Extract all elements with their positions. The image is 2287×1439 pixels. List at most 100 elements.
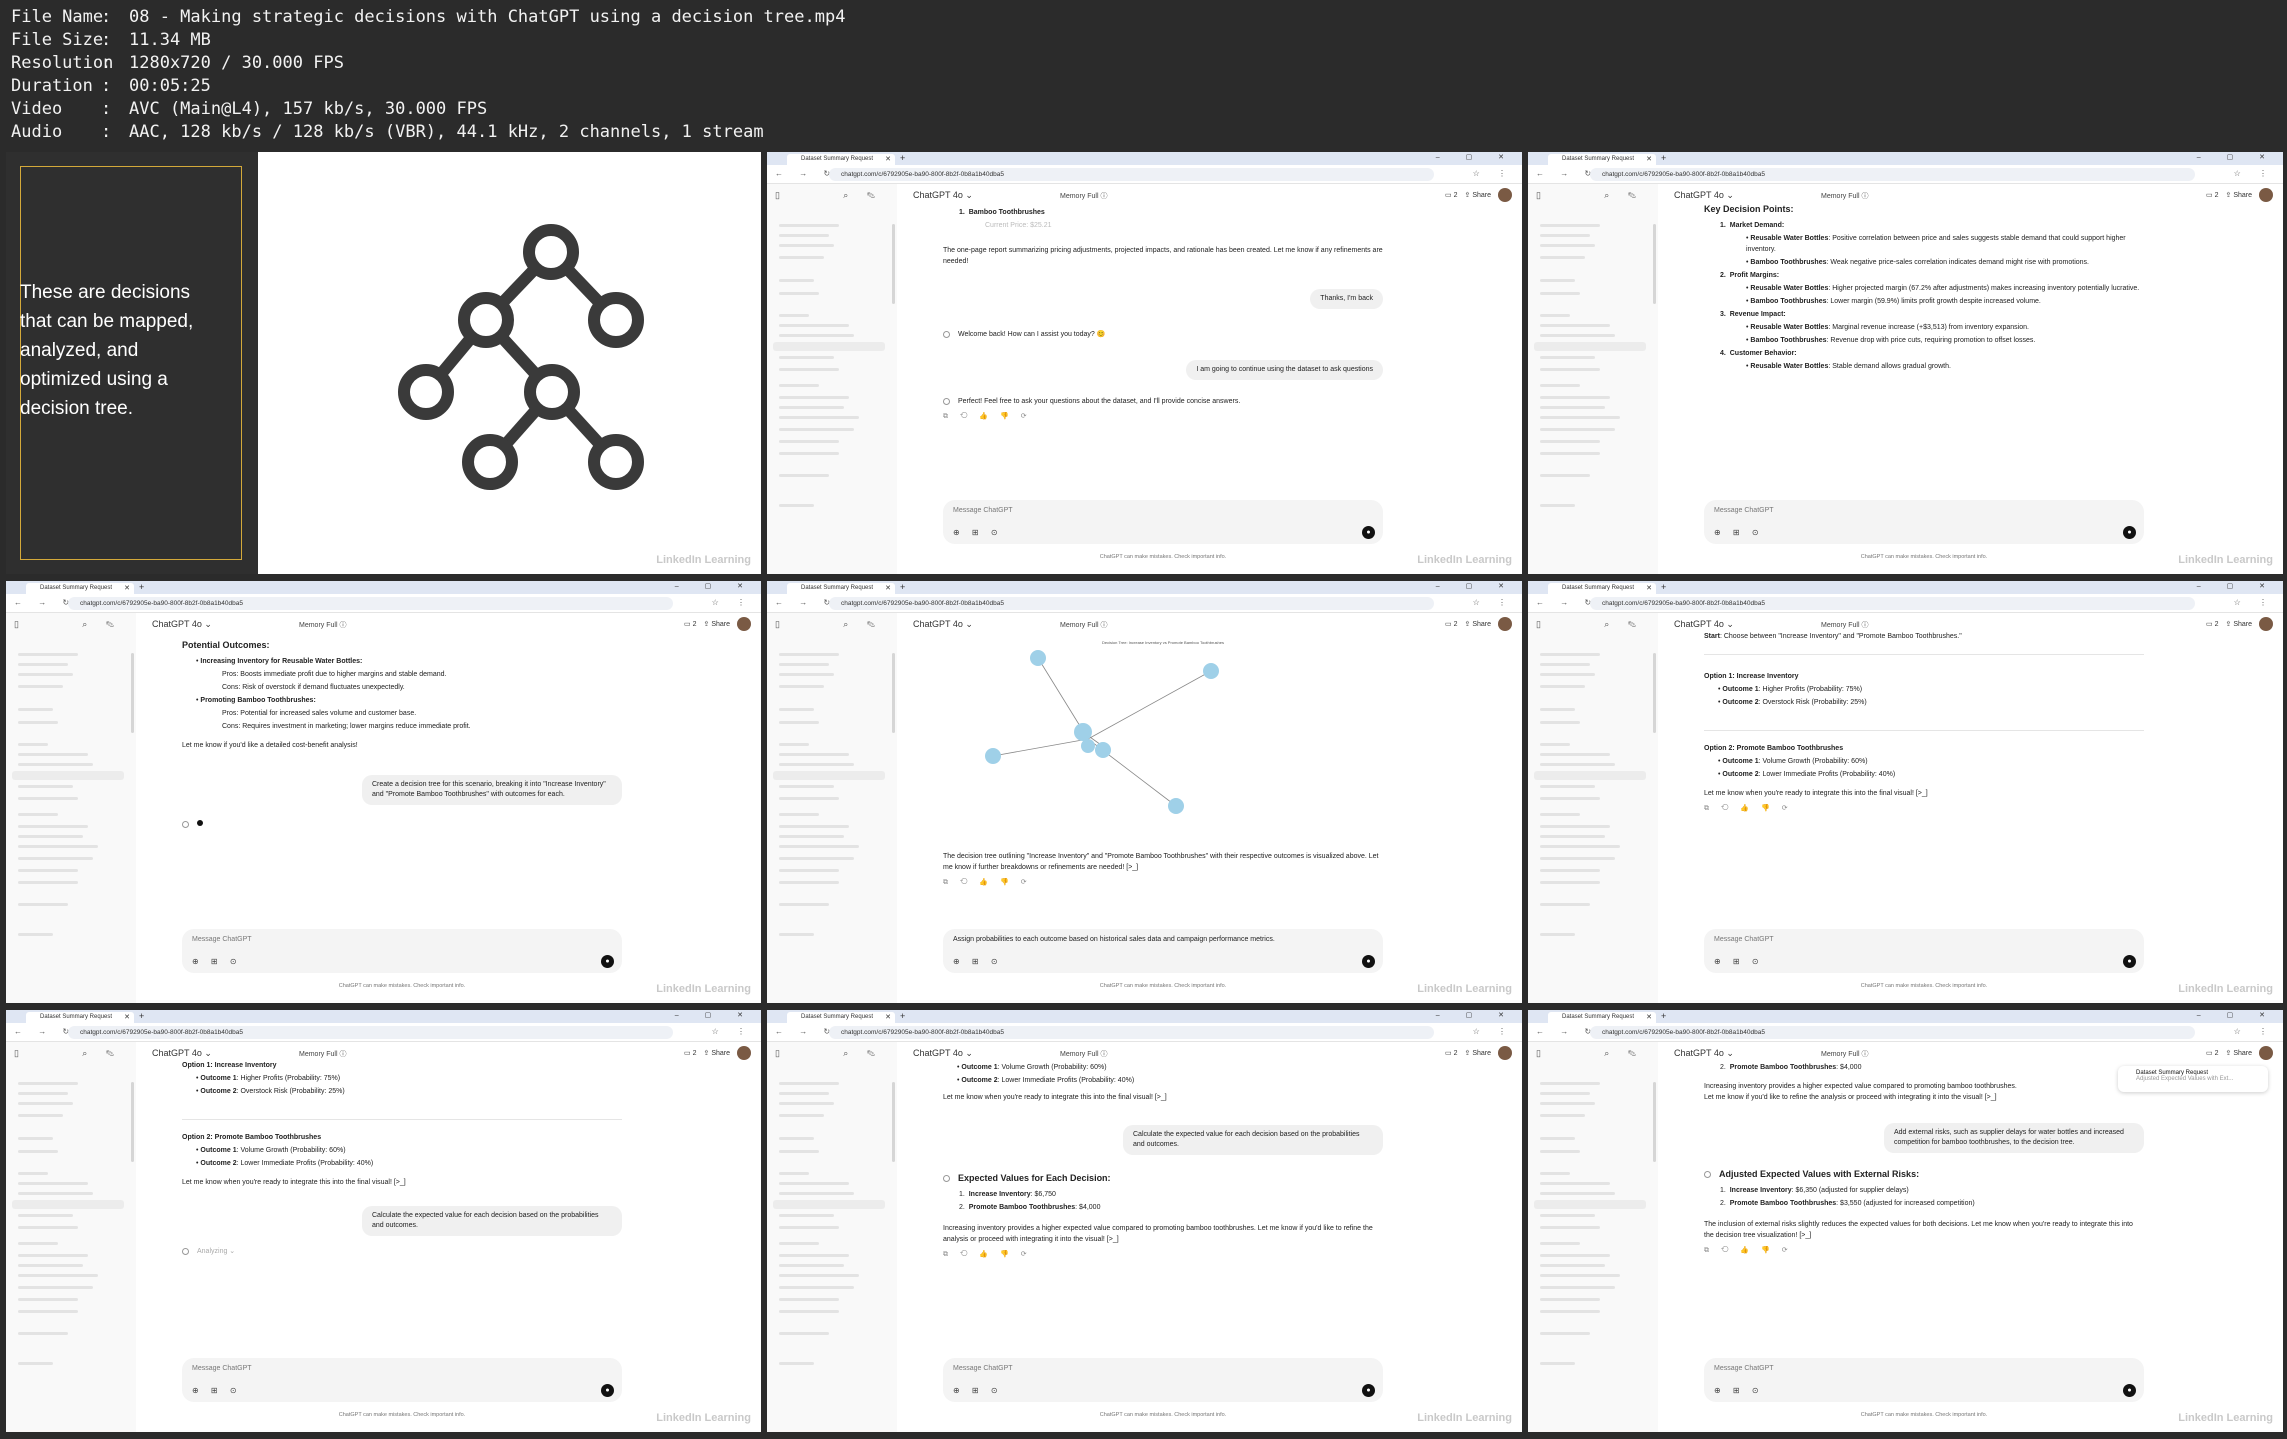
sidebar-item[interactable] — [779, 234, 829, 237]
sidebar-item[interactable] — [779, 1150, 819, 1153]
sidebar-item[interactable] — [779, 785, 834, 788]
sidebar-item[interactable] — [18, 653, 78, 656]
sidebar-item[interactable] — [1540, 903, 1590, 906]
avatar[interactable] — [2259, 188, 2273, 202]
nav-icons[interactable]: ← → ↻ — [775, 598, 837, 607]
sidebar-item[interactable] — [779, 324, 849, 327]
composer-text[interactable]: Message ChatGPT — [953, 507, 1013, 514]
sidebar-item[interactable] — [1540, 1214, 1595, 1217]
url-field[interactable]: chatgpt.com/c/6792905e-ba90-800f-8b2f-0b… — [829, 1026, 1434, 1039]
search-icon[interactable]: ⌕ ✎ — [1604, 1048, 1644, 1059]
sidebar-item[interactable] — [18, 685, 63, 688]
sidebar-item[interactable] — [18, 903, 68, 906]
model-selector[interactable]: ChatGPT 4o ⌄ — [152, 1048, 212, 1059]
sidebar-item[interactable] — [18, 1242, 58, 1245]
sidebar-item[interactable] — [1540, 504, 1575, 507]
sidebar-item[interactable] — [1540, 797, 1600, 800]
close-icon[interactable]: ✕ — [124, 583, 130, 594]
sidebar-item[interactable] — [18, 869, 78, 872]
sidebar-scrollbar[interactable] — [131, 1082, 134, 1162]
url-field[interactable]: chatgpt.com/c/6792905e-ba90-800f-8b2f-0b… — [1590, 597, 2195, 610]
sidebar-item[interactable] — [1540, 1150, 1580, 1153]
sidebar-item[interactable] — [779, 753, 849, 756]
close-icon[interactable]: ✕ — [1646, 154, 1652, 165]
composer-text[interactable]: Message ChatGPT — [1714, 936, 1774, 943]
sidebar-item[interactable] — [18, 1214, 73, 1217]
sidebar-item[interactable] — [1540, 396, 1610, 399]
sidebar-item[interactable] — [1540, 1192, 1615, 1195]
sidebar-item[interactable] — [779, 1242, 819, 1245]
sidebar-item-selected[interactable] — [773, 342, 885, 351]
new-tab-icon[interactable]: + — [139, 582, 144, 592]
send-button[interactable]: ● — [2123, 1384, 2136, 1397]
close-icon[interactable]: ✕ — [885, 583, 891, 594]
sidebar-item[interactable] — [1540, 1298, 1600, 1301]
sidebar-item-selected[interactable] — [12, 1200, 124, 1209]
bookmark-icon[interactable]: ☆ ⋮ — [712, 598, 753, 607]
composer-text[interactable]: Assign probabilities to each outcome bas… — [953, 936, 1353, 943]
browser-tab[interactable]: Dataset Summary Request ✕ — [26, 1012, 134, 1023]
composer-text[interactable]: Message ChatGPT — [192, 1365, 252, 1372]
message-composer[interactable]: Message ChatGPT ⊕ ⊞ ⊙ ● — [1704, 929, 2144, 973]
sidebar-item[interactable] — [779, 1332, 829, 1335]
sidebar-item[interactable] — [1540, 785, 1595, 788]
message-composer[interactable]: Message ChatGPT ⊕ ⊞ ⊙ ● — [182, 929, 622, 973]
bookmark-icon[interactable]: ☆ ⋮ — [1473, 1027, 1514, 1036]
sidebar-scrollbar[interactable] — [1653, 224, 1656, 304]
sidebar-item[interactable] — [779, 1254, 849, 1257]
sidebar-item[interactable] — [18, 1362, 53, 1365]
search-icon[interactable]: ⌕ ✎ — [1604, 619, 1644, 630]
sidebar-item[interactable] — [1540, 314, 1570, 317]
sidebar-item[interactable] — [1540, 1182, 1610, 1185]
sidebar-item[interactable] — [779, 356, 834, 359]
conversation-count[interactable]: ▭ 2 — [684, 620, 696, 628]
message-composer[interactable]: Message ChatGPT ⊕ ⊞ ⊙ ● — [943, 1358, 1383, 1402]
sidebar-item[interactable] — [1540, 673, 1595, 676]
sidebar-item[interactable] — [18, 708, 53, 711]
composer-tools[interactable]: ⊕ ⊞ ⊙ — [192, 1386, 242, 1395]
composer-tools[interactable]: ⊕ ⊞ ⊙ — [1714, 1386, 1764, 1395]
nav-icons[interactable]: ← → ↻ — [1536, 169, 1598, 178]
sidebar-item[interactable] — [779, 743, 809, 746]
sidebar-toggle-icon[interactable]: ▯ — [775, 190, 780, 200]
sidebar-item[interactable] — [1540, 1102, 1595, 1105]
sidebar-item[interactable] — [779, 1102, 834, 1105]
nav-icons[interactable]: ← → ↻ — [14, 1027, 76, 1036]
url-field[interactable]: chatgpt.com/c/6792905e-ba90-800f-8b2f-0b… — [829, 597, 1434, 610]
sidebar-item[interactable] — [18, 1286, 93, 1289]
sidebar-scrollbar[interactable] — [892, 1082, 895, 1162]
sidebar-item[interactable] — [1540, 452, 1600, 455]
url-field[interactable]: chatgpt.com/c/6792905e-ba90-800f-8b2f-0b… — [68, 1026, 673, 1039]
nav-icons[interactable]: ← → ↻ — [14, 598, 76, 607]
sidebar-item[interactable] — [18, 845, 98, 848]
sidebar-item[interactable] — [779, 428, 854, 431]
share-button[interactable]: ⇪ Share — [2226, 620, 2253, 628]
bookmark-icon[interactable]: ☆ ⋮ — [2234, 598, 2275, 607]
sidebar-item[interactable] — [18, 881, 78, 884]
bookmark-icon[interactable]: ☆ ⋮ — [1473, 598, 1514, 607]
url-field[interactable]: chatgpt.com/c/6792905e-ba90-800f-8b2f-0b… — [1590, 1026, 2195, 1039]
sidebar-item[interactable] — [1540, 743, 1570, 746]
sidebar-toggle-icon[interactable]: ▯ — [14, 1048, 19, 1058]
avatar[interactable] — [2259, 1046, 2273, 1060]
sidebar-item[interactable] — [1540, 763, 1615, 766]
sidebar-item[interactable] — [779, 244, 834, 247]
sidebar-item[interactable] — [779, 452, 839, 455]
window-controls[interactable]: – ▢ ✕ — [675, 1011, 755, 1019]
sidebar-item[interactable] — [1540, 1226, 1600, 1229]
model-selector[interactable]: ChatGPT 4o ⌄ — [913, 190, 973, 201]
sidebar-item[interactable] — [1540, 244, 1595, 247]
sidebar-item[interactable] — [779, 881, 839, 884]
sidebar-item[interactable] — [1540, 708, 1575, 711]
conversation-count[interactable]: ▭ 2 — [2206, 1049, 2218, 1057]
browser-tab[interactable]: Dataset Summary Request ✕ — [787, 583, 895, 594]
sidebar-item[interactable] — [18, 743, 48, 746]
close-icon[interactable]: ✕ — [124, 1012, 130, 1023]
sidebar-item[interactable] — [779, 314, 809, 317]
sidebar-toggle-icon[interactable]: ▯ — [14, 619, 19, 629]
composer-tools[interactable]: ⊕ ⊞ ⊙ — [953, 1386, 1003, 1395]
avatar[interactable] — [1498, 1046, 1512, 1060]
sidebar-item[interactable] — [779, 1362, 814, 1365]
avatar[interactable] — [2259, 617, 2273, 631]
sidebar-item[interactable] — [18, 1254, 88, 1257]
